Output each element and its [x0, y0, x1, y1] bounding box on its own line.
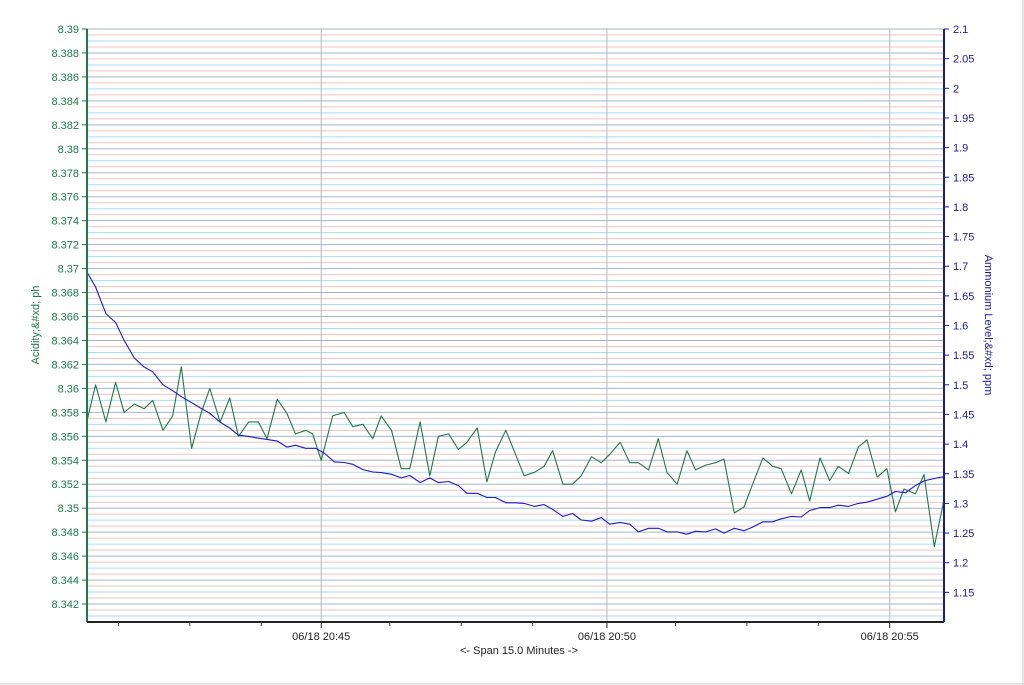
left-tick-label: 8.374	[51, 216, 79, 228]
x-tick-label: 06/18 20:50	[578, 631, 636, 643]
left-tick-label: 8.352	[51, 479, 79, 491]
right-axis-title: Ammonium Level;&#xd; ppm	[982, 255, 994, 396]
left-tick-label: 8.358	[51, 407, 79, 419]
right-tick-label: 1.65	[953, 291, 974, 303]
right-tick-label: 1.8	[953, 202, 968, 214]
right-tick-label: 1.4	[953, 439, 968, 451]
left-tick-label: 8.36	[58, 383, 79, 395]
left-tick-label: 8.372	[51, 240, 79, 252]
right-tick-label: 1.6	[953, 321, 968, 333]
right-tick-label: 1.2	[953, 558, 968, 570]
left-tick-label: 8.378	[51, 168, 79, 180]
x-axis-span-label: <- Span 15.0 Minutes ->	[460, 645, 578, 657]
left-tick-label: 8.38	[58, 144, 79, 156]
right-tick-label: 1.9	[953, 143, 968, 155]
left-tick-label: 8.376	[51, 192, 79, 204]
right-tick-label: 1.85	[953, 172, 974, 184]
right-tick-label: 1.5	[953, 380, 968, 392]
left-axis-title: Acidity;&#xd; ph	[30, 286, 42, 365]
left-tick-label: 8.368	[51, 288, 79, 300]
right-tick-label: 1.75	[953, 232, 974, 244]
x-tick-label: 06/18 20:55	[861, 631, 919, 643]
left-tick-label: 8.354	[51, 455, 79, 467]
left-tick-label: 8.348	[51, 527, 79, 539]
left-tick-label: 8.35	[58, 503, 79, 515]
left-tick-label: 8.388	[51, 48, 79, 60]
chart-background	[0, 0, 1024, 685]
right-tick-label: 2.05	[953, 54, 974, 66]
right-tick-label: 1.35	[953, 469, 974, 481]
left-tick-label: 8.356	[51, 431, 79, 443]
left-tick-label: 8.344	[51, 575, 79, 587]
left-tick-label: 8.37	[58, 264, 79, 276]
left-tick-label: 8.384	[51, 96, 79, 108]
left-tick-label: 8.366	[51, 312, 79, 324]
right-tick-label: 2	[953, 83, 959, 95]
right-tick-label: 2.1	[953, 24, 968, 36]
right-tick-label: 1.7	[953, 261, 968, 273]
left-tick-label: 8.39	[58, 24, 79, 36]
right-tick-label: 1.45	[953, 409, 974, 421]
left-tick-label: 8.362	[51, 359, 79, 371]
left-tick-label: 8.382	[51, 120, 79, 132]
left-tick-label: 8.364	[51, 335, 79, 347]
right-tick-label: 1.95	[953, 113, 974, 125]
right-tick-label: 1.3	[953, 498, 968, 510]
right-tick-label: 1.15	[953, 587, 974, 599]
x-tick-label: 06/18 20:45	[292, 631, 350, 643]
left-tick-label: 8.346	[51, 551, 79, 563]
left-tick-label: 8.386	[51, 72, 79, 84]
left-tick-label: 8.342	[51, 599, 79, 611]
dual-axis-line-chart: 8.342 8.344 8.346 8.348 8.35 8.352 8.354 8.356 8…	[0, 0, 1024, 685]
right-tick-label: 1.25	[953, 528, 974, 540]
right-tick-label: 1.55	[953, 350, 974, 362]
